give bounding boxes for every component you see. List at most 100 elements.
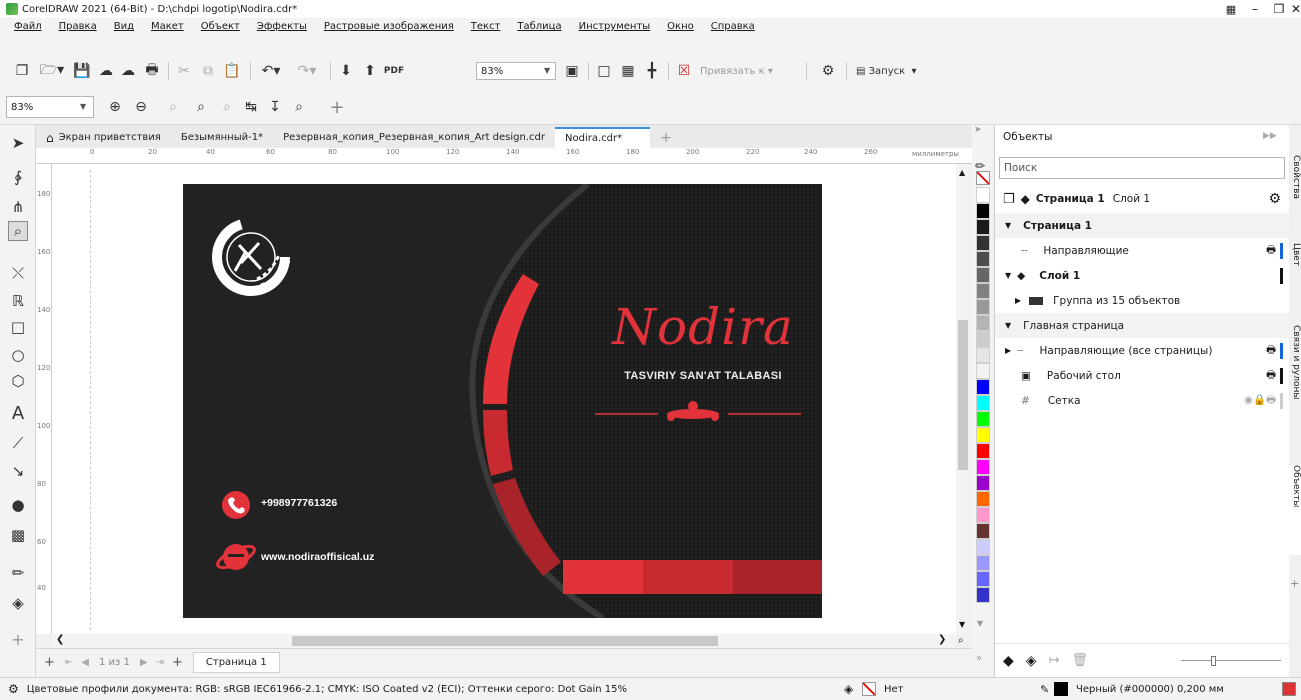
last-page-icon[interactable]: ⇥ [156,657,164,668]
color-swatch[interactable] [976,475,990,491]
snap-off-icon[interactable]: ☒ [674,60,694,82]
scroll-left-icon[interactable]: ❮ [56,634,64,645]
new-document-icon[interactable]: ❐ [12,60,32,82]
menu-text[interactable]: Текст [471,21,501,32]
first-page-icon[interactable]: ⇤ [65,657,73,668]
tab-links[interactable]: Связи и рулоны [1289,325,1301,445]
color-swatch[interactable] [976,331,990,347]
new-master-layer-icon[interactable]: ◈ [1026,653,1037,669]
page-layer-selector[interactable]: ❐ ◆ Страница 1 Слой 1 ⚙ [999,187,1285,211]
text-tool-icon[interactable]: A [8,403,28,424]
menu-tools[interactable]: Инструменты [579,21,651,32]
vertical-ruler[interactable]: 180 160 140 120 100 80 60 40 [36,164,52,634]
color-swatch[interactable] [976,219,990,235]
menu-object[interactable]: Объект [201,21,240,32]
previous-page-icon[interactable]: ◀ [81,657,89,668]
palette-expand-icon[interactable]: » [976,653,982,664]
outline-swatch[interactable] [1054,682,1068,696]
add-docker-icon[interactable]: + [1290,577,1299,590]
zoom-page-height-icon[interactable]: ↧ [264,96,286,118]
show-grid-icon[interactable]: ▦ [618,60,638,82]
color-swatch[interactable] [976,523,990,539]
panel-options-gear-icon[interactable]: ⚙ [1268,191,1281,207]
options-gear-icon[interactable]: ⚙ [818,60,838,82]
menu-table[interactable]: Таблица [517,21,561,32]
scroll-up-icon[interactable]: ▲ [959,168,965,177]
menu-bitmaps[interactable]: Растровые изображения [324,21,454,32]
palette-scroll-down-icon[interactable]: ▼ [977,619,983,628]
color-swatch[interactable] [976,395,990,411]
minimize-button[interactable]: – [1243,2,1267,16]
tree-row-group[interactable]: ▶ Группа из 15 объектов [995,288,1289,313]
vertical-scrollbar[interactable]: ▲ ▼ [956,164,970,634]
shape-tool-icon[interactable]: ∳ [8,167,28,187]
color-swatch[interactable] [976,507,990,523]
add-page-before-icon[interactable]: + [44,655,55,670]
tree-row-master-page[interactable]: ▼ Главная страница [995,313,1289,338]
color-proof-icon[interactable] [1282,682,1296,696]
tab-objects[interactable]: Объекты [1289,465,1301,555]
copy-icon[interactable]: ⧉ [198,60,218,82]
zoom-out-icon[interactable]: ⊖ [130,96,152,118]
menu-help[interactable]: Справка [711,21,755,32]
color-swatch[interactable] [976,427,990,443]
show-rulers-icon[interactable]: □ [594,60,614,82]
color-swatch[interactable] [976,539,990,555]
expand-arrow-icon[interactable]: ▼ [1005,221,1011,230]
tab-welcome-screen[interactable]: ⌂ Экран приветствия [36,127,171,148]
zoom-all-objects-icon[interactable]: ⌕ [190,96,212,118]
color-swatch[interactable] [976,443,990,459]
expand-arrow-icon[interactable]: ▼ [1005,271,1011,280]
printable-icon[interactable]: 🖶 [1266,342,1276,360]
delete-icon[interactable]: 🗑 [1071,653,1088,668]
color-swatch[interactable] [976,235,990,251]
tree-row-grid[interactable]: # Сетка ◉🔒🖶 [995,388,1289,413]
color-swatch[interactable] [976,459,990,475]
color-swatch[interactable] [976,347,990,363]
no-color-swatch[interactable] [976,171,990,185]
printable-icon[interactable]: 🖶 [1266,367,1276,385]
zoom-selected-icon[interactable]: ⌕ [162,96,184,118]
freehand-tool-icon[interactable]: ⤬ [8,263,28,283]
open-icon[interactable]: 🗁▾ [38,60,66,82]
chevron-down-icon[interactable]: ▼ [544,66,550,75]
printable-icon[interactable]: 🖶 [1266,242,1276,260]
tab-untitled[interactable]: Безымянный-1* [171,127,273,148]
tree-row-layer1[interactable]: ▼ ◆ Слой 1 [995,263,1289,288]
zoom-in-icon[interactable]: ⊕ [104,96,126,118]
color-swatch[interactable] [976,283,990,299]
artistic-media-icon[interactable]: ℝ [8,291,28,311]
color-profiles-text[interactable]: Цветовые профили документа: RGB: sRGB IE… [27,684,627,695]
chevron-down-icon[interactable]: ▼ [80,102,86,111]
next-page-icon[interactable]: ▶ [140,657,148,668]
menu-effects[interactable]: Эффекты [257,21,307,32]
color-swatch[interactable] [976,203,990,219]
show-guidelines-icon[interactable]: ╋ [642,60,662,82]
pan-zoom-icon[interactable]: ⌕ [288,96,310,118]
color-swatch[interactable] [976,299,990,315]
paste-icon[interactable]: 📋 [222,60,242,82]
scroll-right-icon[interactable]: ❯ [938,634,946,645]
tab-color[interactable]: Цвет [1289,243,1301,283]
zoom-page-width-icon[interactable]: ↹ [240,96,262,118]
print-icon[interactable]: 🖶 [142,60,162,82]
new-tab-button[interactable]: + [650,127,682,148]
eyedropper-tool-icon[interactable]: ✏ [8,563,28,583]
cut-icon[interactable]: ✂ [174,60,194,82]
launch-dropdown[interactable]: ▤ Запуск ▾ [856,60,946,82]
cloud-download-icon[interactable]: ☁ [118,60,138,82]
expand-arrow-icon[interactable]: ▶ [1015,296,1021,305]
slider-thumb[interactable] [1211,655,1216,666]
menu-edit[interactable]: Правка [59,21,97,32]
tree-row-all-guides[interactable]: ▶ ╌ Направляющие (все страницы) 🖶 [995,338,1289,363]
transparency-tool-icon[interactable]: ▩ [8,525,28,545]
add-page-after-icon[interactable]: + [172,655,183,670]
color-swatch[interactable] [976,491,990,507]
scroll-down-icon[interactable]: ▼ [959,620,965,629]
interactive-fill-icon[interactable]: ◈ [8,593,28,613]
close-button[interactable]: ✕ [1291,2,1301,16]
expand-arrow-icon[interactable]: ▶ [1005,346,1011,355]
visibility-lock-print-icons[interactable]: ◉🔒🖶 [1244,392,1276,410]
color-swatch[interactable] [976,571,990,587]
tab-backup-art-design[interactable]: Резервная_копия_Резервная_копия_Art desi… [273,127,555,148]
